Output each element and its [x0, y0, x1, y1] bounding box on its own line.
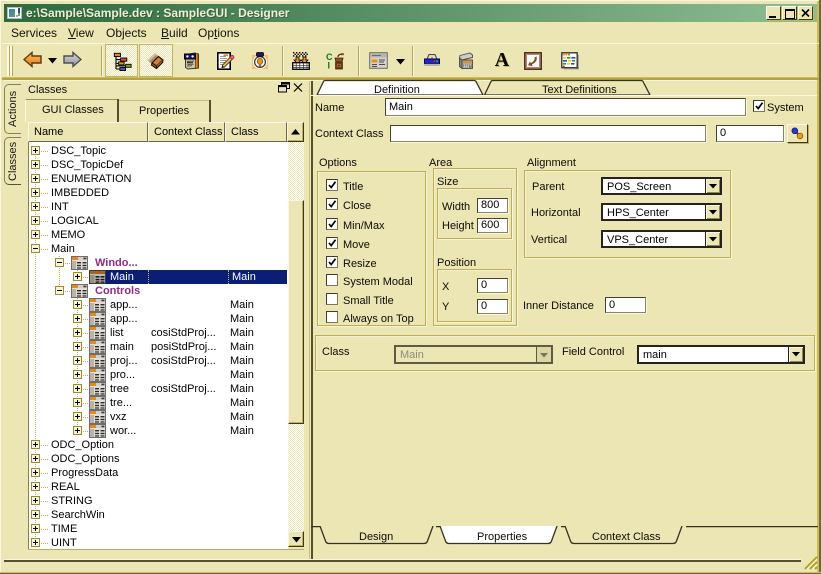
svg-text:I: I: [328, 61, 331, 71]
